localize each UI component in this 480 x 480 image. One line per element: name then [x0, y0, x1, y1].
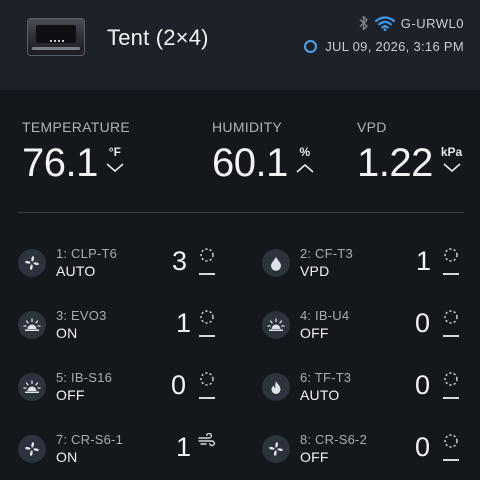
port-level: 3 — [172, 246, 188, 276]
port-mode: ON — [56, 325, 78, 341]
port-name: 8: CR-S6-2 — [300, 432, 368, 447]
dial-icon — [198, 309, 216, 325]
port-status — [198, 433, 216, 467]
flame-icon — [262, 373, 290, 401]
port-card-4[interactable]: 4: IB-U4 OFF 0 — [262, 300, 480, 350]
grow-light-icon — [18, 373, 46, 401]
port-card-7[interactable]: 7: CR-S6-1 ON 1 — [18, 424, 238, 474]
port-status — [442, 247, 460, 281]
port-name: 3: EVO3 — [56, 308, 107, 323]
water-drop-icon — [262, 249, 290, 277]
metric-unit: °F — [108, 145, 121, 159]
port-status — [442, 309, 460, 343]
port-mode: OFF — [56, 387, 85, 403]
port-card-5[interactable]: 5: IB-S16 OFF 0 — [18, 362, 238, 412]
dial-icon — [442, 371, 460, 387]
wifi-icon — [374, 15, 395, 31]
port-card-1[interactable]: 1: CLP-T6 AUTO 3 — [18, 238, 238, 288]
port-level: 0 — [171, 370, 187, 400]
tent-title[interactable]: Tent (2×4) — [107, 25, 209, 51]
port-level: 1 — [176, 432, 192, 462]
port-mode: VPD — [300, 263, 330, 279]
port-status — [442, 371, 460, 405]
port-mode: OFF — [300, 325, 329, 341]
port-level: 0 — [415, 432, 431, 462]
divider — [18, 212, 464, 213]
grow-light-icon — [18, 311, 46, 339]
temperature-metric[interactable]: TEMPERATURE 76.1 °F — [22, 119, 130, 183]
port-name: 1: CLP-T6 — [56, 246, 118, 261]
network-name: G-URWL0 — [400, 15, 464, 31]
port-mode: ON — [56, 449, 78, 465]
grow-light-icon — [262, 311, 290, 339]
dial-icon — [442, 247, 460, 263]
port-mode: OFF — [300, 449, 329, 465]
bluetooth-icon — [359, 15, 369, 31]
connection-status: G-URWL0 JUL 09, 2026, 3:16 PM — [304, 13, 464, 54]
chevron-down-icon — [443, 159, 461, 173]
metric-unit: kPa — [440, 145, 463, 159]
header-bar: Tent (2×4) G-URWL0 JUL 09, 2026, 3:16 PM — [0, 0, 480, 90]
metric-label: TEMPERATURE — [22, 119, 131, 135]
port-level: 1 — [176, 308, 192, 338]
port-name: 4: IB-U4 — [300, 308, 350, 323]
port-mode: AUTO — [56, 263, 96, 279]
metric-value: 76.1 — [22, 141, 98, 185]
fan-icon — [262, 435, 290, 463]
metric-label: HUMIDITY — [212, 119, 283, 135]
port-status — [442, 433, 460, 467]
humidity-metric[interactable]: HUMIDITY 60.1 % — [212, 119, 314, 183]
metric-value: 60.1 — [212, 141, 288, 185]
dial-icon — [198, 371, 216, 387]
controller-device-image — [27, 18, 85, 56]
port-status — [198, 247, 216, 281]
port-level: 1 — [416, 246, 432, 276]
fan-icon — [18, 249, 46, 277]
metric-label: VPD — [357, 119, 387, 135]
port-card-6[interactable]: 6: TF-T3 AUTO 0 — [262, 362, 480, 412]
port-card-3[interactable]: 3: EVO3 ON 1 — [18, 300, 238, 350]
port-status — [198, 309, 216, 343]
dial-icon — [198, 247, 216, 263]
port-name: 2: CF-T3 — [300, 246, 353, 261]
port-level: 0 — [415, 370, 431, 400]
fan-icon — [18, 435, 46, 463]
datetime: JUL 09, 2026, 3:16 PM — [325, 39, 464, 54]
port-mode: AUTO — [300, 387, 340, 403]
vpd-metric[interactable]: VPD 1.22 kPa — [357, 119, 462, 183]
metric-value: 1.22 — [357, 141, 433, 185]
port-name: 5: IB-S16 — [56, 370, 112, 385]
metric-unit: % — [299, 145, 311, 159]
port-level: 0 — [415, 308, 431, 338]
dial-icon — [442, 309, 460, 325]
chevron-up-icon — [296, 159, 314, 173]
port-name: 7: CR-S6-1 — [56, 432, 124, 447]
port-status — [198, 371, 216, 405]
port-name: 6: TF-T3 — [300, 370, 352, 385]
chevron-down-icon — [106, 159, 124, 173]
port-card-2[interactable]: 2: CF-T3 VPD 1 — [262, 238, 480, 288]
status-ring-icon — [304, 40, 318, 53]
port-card-8[interactable]: 8: CR-S6-2 OFF 0 — [262, 424, 480, 474]
dial-icon — [442, 433, 460, 449]
wind-icon — [198, 433, 216, 447]
